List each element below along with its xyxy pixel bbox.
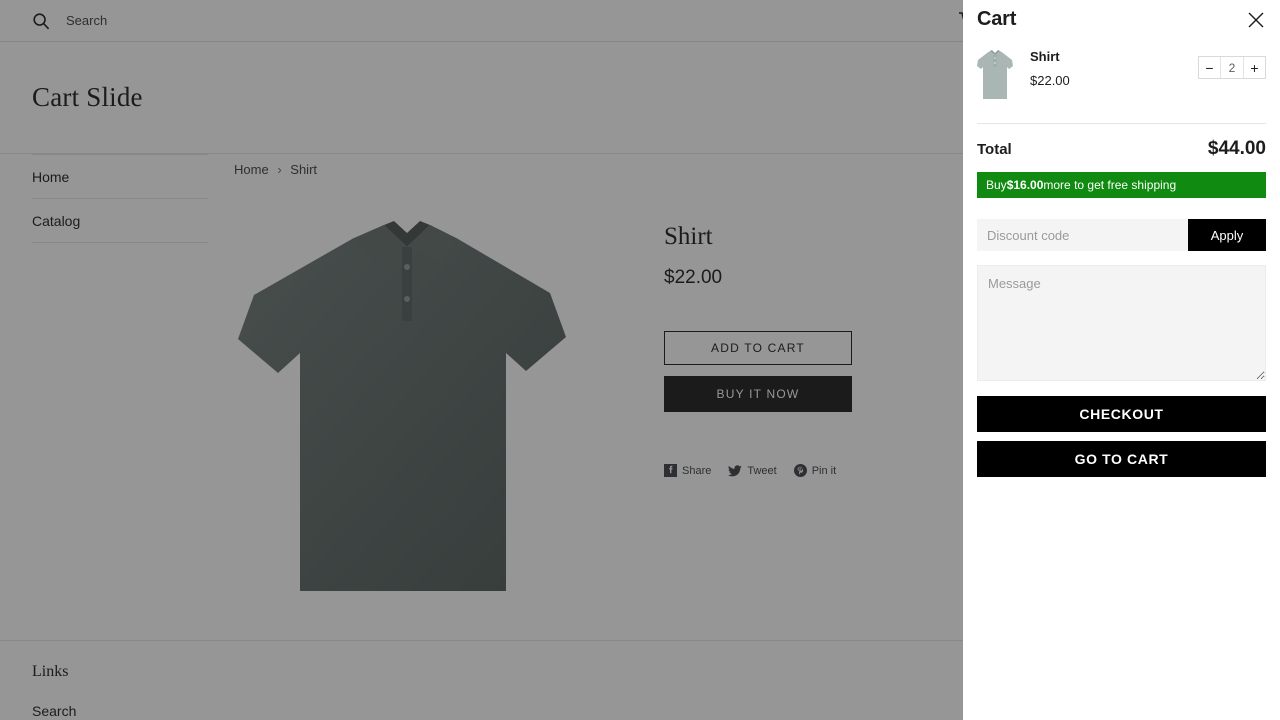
- order-message-textarea[interactable]: [977, 265, 1266, 381]
- quantity-input[interactable]: [1220, 57, 1244, 78]
- cart-item-price: $22.00: [1030, 73, 1070, 88]
- cart-drawer-title: Cart: [977, 8, 1017, 30]
- free-shipping-banner: Buy $16.00 more to get free shipping: [977, 172, 1266, 198]
- quantity-decrease-button[interactable]: −: [1199, 57, 1220, 78]
- free-shipping-suffix: more to get free shipping: [1043, 178, 1177, 192]
- free-shipping-prefix: Buy: [986, 178, 1007, 192]
- go-to-cart-button[interactable]: GO TO CART: [977, 441, 1266, 477]
- checkout-button[interactable]: CHECKOUT: [977, 396, 1266, 432]
- page-root: Cart Slide Home Catalog Home › Shirt: [0, 0, 1280, 720]
- discount-code-input[interactable]: [977, 219, 1188, 251]
- cart-total-label: Total: [977, 141, 1012, 158]
- cart-item-title[interactable]: Shirt: [1030, 49, 1198, 64]
- cart-total-value: $44.00: [1207, 138, 1266, 159]
- cart-drawer: Cart Shirt $22.00 − +: [963, 0, 1280, 720]
- discount-row: Apply: [977, 219, 1266, 251]
- cart-item-thumbnail[interactable]: [977, 49, 1013, 101]
- free-shipping-amount: $16.00: [1006, 178, 1044, 192]
- apply-discount-button[interactable]: Apply: [1188, 219, 1266, 251]
- cart-drawer-header: Cart: [977, 0, 1266, 31]
- close-icon[interactable]: [1246, 10, 1266, 30]
- cart-item-info: Shirt $22.00: [1013, 49, 1198, 90]
- quantity-increase-button[interactable]: +: [1244, 57, 1265, 78]
- cart-line-item: Shirt $22.00 − +: [977, 31, 1266, 124]
- cart-total-row: Total $44.00: [977, 124, 1266, 172]
- quantity-stepper[interactable]: − +: [1198, 56, 1266, 79]
